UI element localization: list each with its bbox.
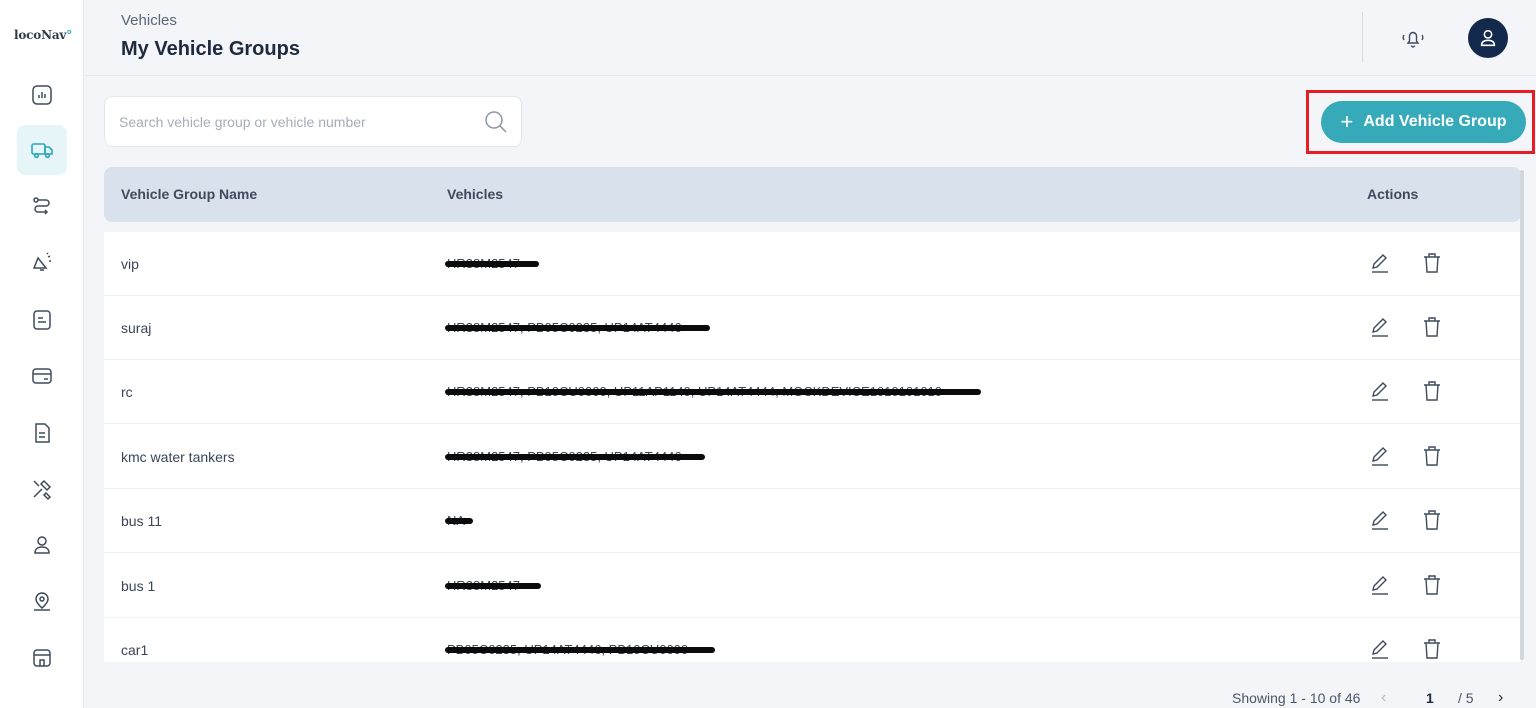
document-icon [35, 423, 50, 443]
user-icon [34, 536, 50, 554]
group-name-cell: suraj [121, 320, 152, 336]
user-avatar[interactable] [1468, 18, 1508, 58]
table-scrollbar[interactable] [1520, 170, 1524, 660]
table-row[interactable]: vip HR38M2547 [104, 232, 1521, 296]
sidebar-item-payments[interactable] [17, 351, 67, 401]
edit-icon[interactable] [1369, 316, 1391, 338]
sidebar: locoNav° [0, 0, 84, 708]
truck-icon [31, 143, 53, 159]
table-row[interactable]: bus 11 NA [104, 489, 1521, 553]
redaction-mark [445, 325, 710, 331]
sidebar-item-geofence[interactable] [17, 577, 67, 627]
column-header-vehicles[interactable]: Vehicles [447, 186, 503, 202]
search-input[interactable] [119, 111, 469, 133]
sidebar-item-dashboard[interactable] [17, 70, 67, 120]
delete-icon[interactable] [1422, 638, 1442, 660]
sidebar-item-maintenance[interactable] [17, 464, 67, 514]
edit-icon[interactable] [1369, 252, 1391, 274]
breadcrumb[interactable]: Vehicles [121, 12, 177, 29]
card-icon [32, 368, 52, 384]
group-name-cell: bus 11 [121, 513, 162, 529]
group-name-cell: bus 1 [121, 578, 156, 594]
search-icon[interactable] [483, 109, 509, 135]
tools-icon [33, 479, 52, 501]
edit-icon[interactable] [1369, 574, 1391, 596]
edit-icon[interactable] [1369, 509, 1391, 531]
group-name-cell: vip [121, 256, 139, 272]
next-page-icon[interactable]: › [1498, 689, 1503, 707]
sidebar-item-alerts[interactable] [17, 238, 67, 288]
table-row[interactable]: rc HR38M2547, PB10CU0000, UP11AP1140, UP… [104, 360, 1521, 424]
header-divider [1362, 12, 1363, 62]
notification-bell-icon[interactable] [1397, 24, 1429, 52]
previous-page-icon[interactable]: ‹ [1381, 689, 1386, 707]
column-header-name[interactable]: Vehicle Group Name [121, 186, 257, 202]
table-body: vip HR38M2547 suraj HR38M2547, PB05C0235… [104, 232, 1521, 662]
pagination-summary: Showing 1 - 10 of 46 [1232, 690, 1361, 706]
sidebar-item-routes[interactable] [17, 182, 67, 232]
location-icon [34, 592, 50, 611]
add-vehicle-group-button[interactable]: + Add Vehicle Group [1321, 101, 1526, 143]
edit-icon[interactable] [1369, 638, 1391, 660]
table-row[interactable]: suraj HR38M2547, PB05C0235, UP14AT4446 [104, 296, 1521, 360]
redaction-mark [445, 261, 539, 267]
group-name-cell: rc [121, 384, 133, 400]
search-box [104, 96, 522, 147]
redaction-mark [445, 647, 715, 653]
delete-icon[interactable] [1422, 316, 1442, 338]
sidebar-item-reports[interactable] [17, 295, 67, 345]
delete-icon[interactable] [1422, 574, 1442, 596]
delete-icon[interactable] [1422, 445, 1442, 467]
loconav-logo[interactable]: locoNav° [14, 28, 72, 42]
delete-icon[interactable] [1422, 509, 1442, 531]
table-row[interactable]: car1 PB05C0235, UP14AT4446, PB10CU0000 [104, 618, 1521, 662]
dashboard-icon [32, 85, 52, 105]
page-title: My Vehicle Groups [121, 38, 300, 60]
edit-icon[interactable] [1369, 380, 1391, 402]
profile-icon [1480, 29, 1496, 47]
sidebar-item-vehicles[interactable] [17, 125, 67, 175]
table-header: Vehicle Group Name Vehicles Actions [104, 167, 1521, 222]
table-row[interactable]: bus 1 HR38M2547 [104, 554, 1521, 618]
sidebar-item-documents[interactable] [17, 408, 67, 458]
sidebar-item-store[interactable] [17, 633, 67, 683]
current-page[interactable]: 1 [1426, 690, 1434, 706]
delete-icon[interactable] [1422, 380, 1442, 402]
edit-icon[interactable] [1369, 445, 1391, 467]
plus-icon: + [1340, 109, 1354, 134]
group-name-cell: car1 [121, 642, 149, 658]
group-name-cell: kmc water tankers [121, 449, 235, 465]
reports-icon [33, 310, 51, 330]
redaction-mark [445, 583, 541, 589]
sidebar-item-drivers[interactable] [17, 520, 67, 570]
redaction-mark [445, 518, 473, 524]
route-icon [33, 197, 50, 215]
add-vehicle-group-label: Add Vehicle Group [1363, 113, 1507, 130]
column-header-actions: Actions [1367, 186, 1419, 202]
alert-icon [32, 252, 51, 271]
table-row[interactable]: kmc water tankers HR38M2547, PB05C0235, … [104, 425, 1521, 489]
redaction-mark [445, 389, 981, 395]
store-icon [33, 649, 51, 667]
redaction-mark [445, 454, 705, 460]
total-pages: / 5 [1458, 690, 1474, 706]
page-header: Vehicles My Vehicle Groups [85, 0, 1536, 76]
delete-icon[interactable] [1422, 252, 1442, 274]
